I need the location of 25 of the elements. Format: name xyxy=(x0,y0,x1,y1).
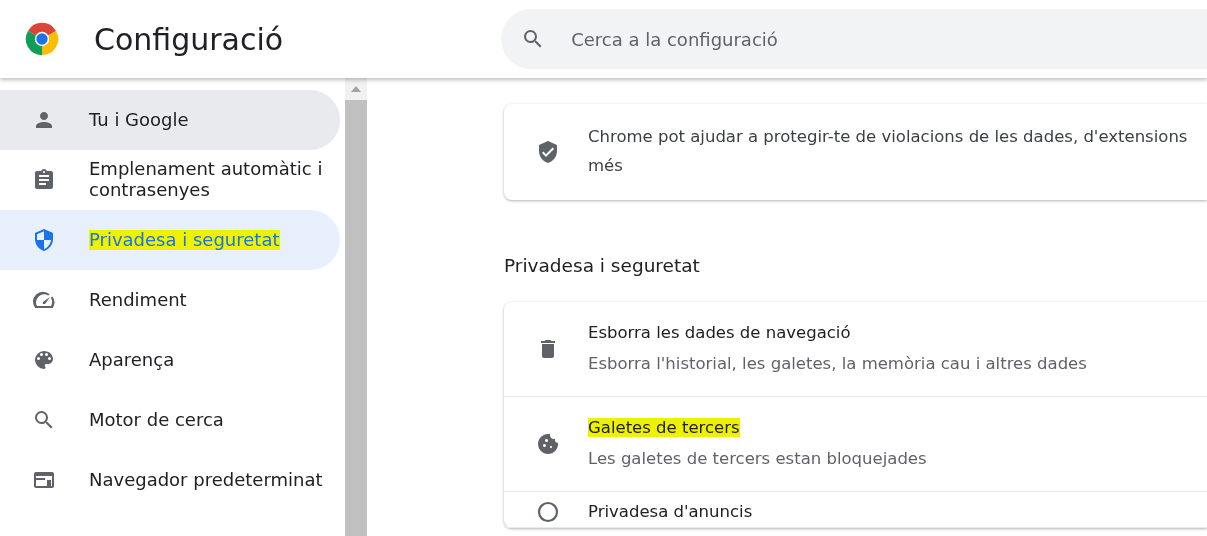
clipboard-icon xyxy=(32,168,56,192)
setting-title[interactable]: Galetes de tercers xyxy=(588,418,740,437)
sidebar-item[interactable]: Emplenament automàtic i contrasenyes xyxy=(0,150,340,210)
scroll-up-icon[interactable] xyxy=(351,86,361,92)
sidebar-item[interactable]: Aparença xyxy=(0,330,340,390)
palette-icon xyxy=(32,348,56,372)
search-input[interactable]: Cerca a la configuració xyxy=(569,24,1207,54)
page-title: Configuració xyxy=(94,20,284,59)
circle-icon xyxy=(536,499,560,524)
browser-logo xyxy=(24,21,60,57)
shield-check-icon xyxy=(536,140,560,164)
shield-icon xyxy=(32,228,56,252)
sidebar-item[interactable]: Rendiment xyxy=(0,270,340,330)
setting-title[interactable]: Esborra les dades de navegació xyxy=(588,323,851,342)
sidebar-item[interactable]: Privadesa i seguretat xyxy=(0,210,340,270)
setting-title[interactable]: Privadesa d'anuncis xyxy=(588,501,753,521)
cookie-icon xyxy=(536,431,560,456)
info-text: Chrome pot ajudar a protegir-te de violacions de les dades, d'extensions més xyxy=(588,126,1188,177)
search-field[interactable]: Cerca a la configuració xyxy=(501,9,1207,69)
sidebar-item[interactable]: Tu i Google xyxy=(0,90,340,150)
sidebar-item[interactable]: Motor de cerca xyxy=(0,390,340,450)
sidebar-item[interactable]: Navegador predeterminat xyxy=(0,450,340,510)
setting-description: Les galetes de tercers estan bloquejades xyxy=(588,447,927,470)
section-heading: Privadesa i seguretat xyxy=(504,254,701,278)
setting-description: Esborra l'historial, les galetes, la memòria cau i altres dades xyxy=(588,352,1087,375)
